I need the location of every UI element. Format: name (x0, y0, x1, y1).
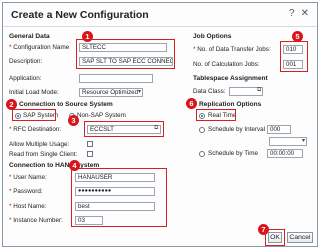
read-single-label: Read from Single Client: (9, 151, 78, 158)
interval-unit-select[interactable]: ▾ (269, 137, 307, 146)
close-icon[interactable]: ✕ (301, 8, 309, 20)
initial-load-value: Resource Optimized (82, 89, 139, 96)
schedule-interval-radio[interactable] (199, 127, 205, 133)
application-label: Application: (9, 75, 42, 82)
instance-number-label: * Instance Number: (9, 217, 63, 224)
annotation-badge-4: 4 (69, 160, 80, 171)
data-class-label: Data Class: (193, 88, 226, 95)
annotation-box-2 (12, 109, 56, 121)
annotation-badge-3: 3 (68, 115, 79, 126)
annotation-badge-1: 1 (82, 31, 93, 42)
chevron-down-icon: ▾ (301, 138, 305, 144)
create-configuration-dialog: Create a New Configuration ? ✕ General D… (2, 2, 318, 247)
chevron-down-icon: ▾ (137, 89, 141, 95)
schedule-interval-label: Schedule by Interval (208, 126, 266, 133)
calculation-jobs-label: No. of Calculation Jobs: (193, 61, 260, 68)
allow-multiple-checkbox[interactable] (87, 141, 93, 147)
schedule-time-input[interactable]: 00:00:00 (267, 149, 303, 158)
password-label: * Password: (9, 188, 43, 195)
initial-load-select[interactable]: Resource Optimized ▾ (79, 88, 143, 97)
user-name-label: * User Name: (9, 174, 47, 181)
non-sap-system-label: Non-SAP System (77, 112, 126, 119)
dialog-title: Create a New Configuration (11, 8, 149, 21)
annotation-box-6 (196, 109, 236, 121)
annotation-box-5 (280, 41, 308, 72)
schedule-interval-input[interactable]: 000 (267, 125, 291, 134)
help-icon[interactable]: ? (289, 8, 295, 20)
annotation-box-7 (265, 229, 285, 246)
data-class-help-icon[interactable]: ⧉ (257, 87, 261, 94)
config-name-label: * Configuration Name (9, 44, 70, 51)
application-input[interactable] (79, 74, 153, 83)
rfc-destination-label: * RFC Destination: (9, 126, 62, 133)
annotation-badge-6: 6 (186, 98, 197, 109)
cancel-button[interactable]: Cancel (287, 232, 313, 243)
read-single-checkbox[interactable] (87, 151, 93, 157)
data-transfer-jobs-label: * No. of Data Transfer Jobs: (193, 46, 271, 53)
job-options-heading: Job Options (193, 33, 232, 40)
description-label: Description: (9, 58, 43, 65)
schedule-time-label: Schedule by Time (208, 150, 259, 157)
tablespace-heading: Tablespace Assignment (193, 75, 268, 82)
schedule-time-radio[interactable] (199, 151, 205, 157)
source-system-heading: Connection to Source System (19, 101, 113, 108)
annotation-box-4 (71, 168, 167, 227)
host-name-label: * Host Name: (9, 203, 47, 210)
annotation-box-3 (84, 121, 164, 137)
replication-options-heading: Replication Options (199, 101, 262, 108)
annotation-box-1 (76, 39, 175, 69)
initial-load-label: Initial Load Mode: (9, 89, 59, 96)
dialog-titlebar: Create a New Configuration ? ✕ (3, 3, 317, 27)
allow-multiple-label: Allow Multiple Usage: (9, 141, 70, 148)
general-data-heading: General Data (9, 33, 50, 40)
